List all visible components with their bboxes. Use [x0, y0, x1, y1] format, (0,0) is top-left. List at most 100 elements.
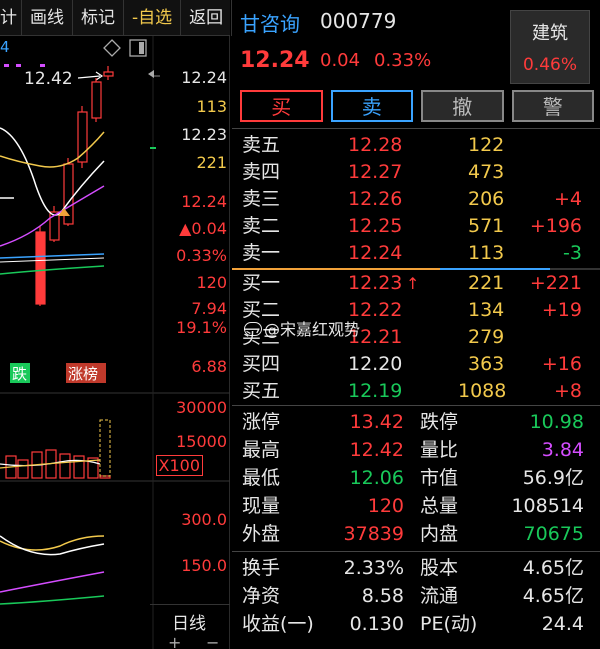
current-price: 12.24 [240, 48, 310, 73]
kline-chart-panel[interactable]: 计 画线 标记 -自选 返回 4 12.42 跌 涨榜 12.24 113 12… [0, 0, 233, 649]
stat-row: 现量 120 总量 108514 [232, 492, 600, 520]
stat-row: 换手 2.33% 股本 4.65亿 [232, 554, 600, 582]
stock-name[interactable]: 甘咨询 [240, 8, 300, 37]
order-price: 12.25 [348, 215, 403, 237]
order-volume: 134 [468, 299, 505, 321]
stat-label: 股本 [420, 557, 459, 579]
stat-label: 最低 [242, 467, 281, 489]
zoom-out-button[interactable]: − [206, 633, 219, 649]
indicator-axis-150: 150.0 [181, 556, 227, 575]
divider [232, 551, 600, 552]
volume-bars [5, 449, 111, 479]
divider [232, 128, 600, 129]
stock-code: 000779 [320, 9, 397, 33]
ma-lines [0, 127, 105, 275]
order-level: 卖三 [242, 188, 281, 210]
axis-change-pct: 0.33% [176, 246, 227, 265]
buy-row: 买五 12.19 1088 +8 [232, 378, 600, 405]
price-change-pct: 0.33% [374, 50, 432, 71]
stat-row: 涨停 13.42 跌停 10.98 [232, 408, 600, 436]
up-arrow-icon: ↑ [406, 274, 420, 293]
period-tabs: 日线 + − [150, 604, 230, 649]
sell-button[interactable]: 卖 [330, 90, 413, 122]
stat-row: 净资 8.58 流通 4.65亿 [232, 582, 600, 610]
chart-header-digit: 4 [0, 38, 10, 56]
buy-button[interactable]: 买 [240, 90, 323, 122]
stat-label: 涨停 [242, 411, 281, 433]
stat-value: 12.06 [349, 467, 404, 489]
price-change: 0.04 [320, 50, 361, 71]
axis-price-2: 12.23 [181, 125, 227, 144]
axis-pct-19: 19.1% [176, 318, 227, 337]
toolbar-mark[interactable]: 标记 [73, 0, 124, 36]
sector-box[interactable]: 建筑 0.46% [510, 10, 590, 84]
order-level: 卖一 [242, 242, 281, 264]
stat-label: 市值 [420, 467, 459, 489]
stat-value: 120 [367, 495, 404, 517]
zoom-in-button[interactable]: + [168, 633, 181, 649]
panel-toggle-icon[interactable] [129, 39, 147, 57]
toolbar-back[interactable]: 返回 [181, 0, 233, 36]
stat-row: 外盘 37839 内盘 70675 [232, 520, 600, 548]
axis-change: ▲0.04 [179, 219, 227, 238]
max-price-label: 12.42 [24, 69, 73, 89]
stat-row: 收益(一) 0.130 PE(动) 24.4 [232, 610, 600, 638]
stat-value: 37839 [343, 523, 404, 545]
cancel-order-button[interactable]: 撤 [421, 90, 504, 122]
stat-label: 现量 [242, 495, 281, 517]
toolbar-draw-line[interactable]: 画线 [22, 0, 73, 36]
volume-axis-30000: 30000 [176, 398, 227, 417]
sector-name: 建筑 [532, 23, 568, 44]
order-delta: +16 [541, 353, 582, 375]
divider [232, 405, 600, 406]
axis-price-3: 12.24 [181, 192, 227, 211]
order-volume: 206 [468, 188, 505, 210]
watermark-text: @宋嘉红观势 [264, 320, 361, 339]
order-delta: +196 [529, 215, 582, 237]
buy-row: 买一 12.23 ↑ 221 +221 [232, 270, 600, 297]
weibo-watermark: @宋嘉红观势 [244, 316, 360, 340]
order-level: 买一 [242, 272, 281, 294]
order-volume: 221 [468, 272, 505, 294]
order-level: 买四 [242, 353, 281, 375]
trade-actions: 买 卖 撤 警 [240, 90, 594, 124]
candle-body [49, 211, 60, 241]
order-price: 12.23 [348, 272, 403, 294]
order-volume: 122 [468, 134, 505, 156]
limit-tag: 涨榜 [68, 365, 98, 383]
volume-bar [73, 455, 85, 479]
axis-vol-221: 221 [196, 153, 227, 172]
order-delta: +8 [553, 380, 582, 402]
order-delta: +4 [553, 188, 582, 210]
order-volume: 279 [468, 326, 505, 348]
axis-low-1: 7.94 [191, 299, 227, 318]
order-price: 12.20 [348, 353, 403, 375]
order-level: 卖五 [242, 134, 281, 156]
ma-dots [4, 64, 45, 67]
max-arrow-icon [77, 71, 104, 81]
candle-body [91, 81, 102, 119]
buy-row: 买四 12.20 363 +16 [232, 351, 600, 378]
sell-row: 卖一 12.24 113 -3 [232, 240, 600, 267]
stat-label: 净资 [242, 585, 281, 607]
order-delta: +19 [541, 299, 582, 321]
toolbar-watchlist[interactable]: -自选 [124, 0, 182, 36]
alert-button[interactable]: 警 [511, 90, 594, 122]
order-price: 12.28 [348, 134, 403, 156]
axis-vol-113: 113 [196, 97, 227, 116]
order-delta: +221 [529, 272, 582, 294]
order-level: 买五 [242, 380, 281, 402]
stat-label: 最高 [242, 439, 281, 461]
volume-axis-15000: 15000 [176, 432, 227, 451]
stat-label: 量比 [420, 439, 459, 461]
stat-value: 12.42 [349, 439, 404, 461]
collapse-diamond-icon[interactable] [103, 39, 121, 57]
stat-value: 4.65亿 [522, 557, 584, 579]
axis-low-2: 6.88 [191, 357, 227, 376]
daily-tab[interactable]: 日线 [172, 609, 206, 634]
stat-label: PE(动) [420, 613, 478, 635]
order-volume: 1088 [458, 380, 507, 402]
order-level: 卖四 [242, 161, 281, 183]
toolbar-indicator[interactable]: 计 [0, 0, 22, 36]
sell-row: 卖五 12.28 122 [232, 132, 600, 159]
